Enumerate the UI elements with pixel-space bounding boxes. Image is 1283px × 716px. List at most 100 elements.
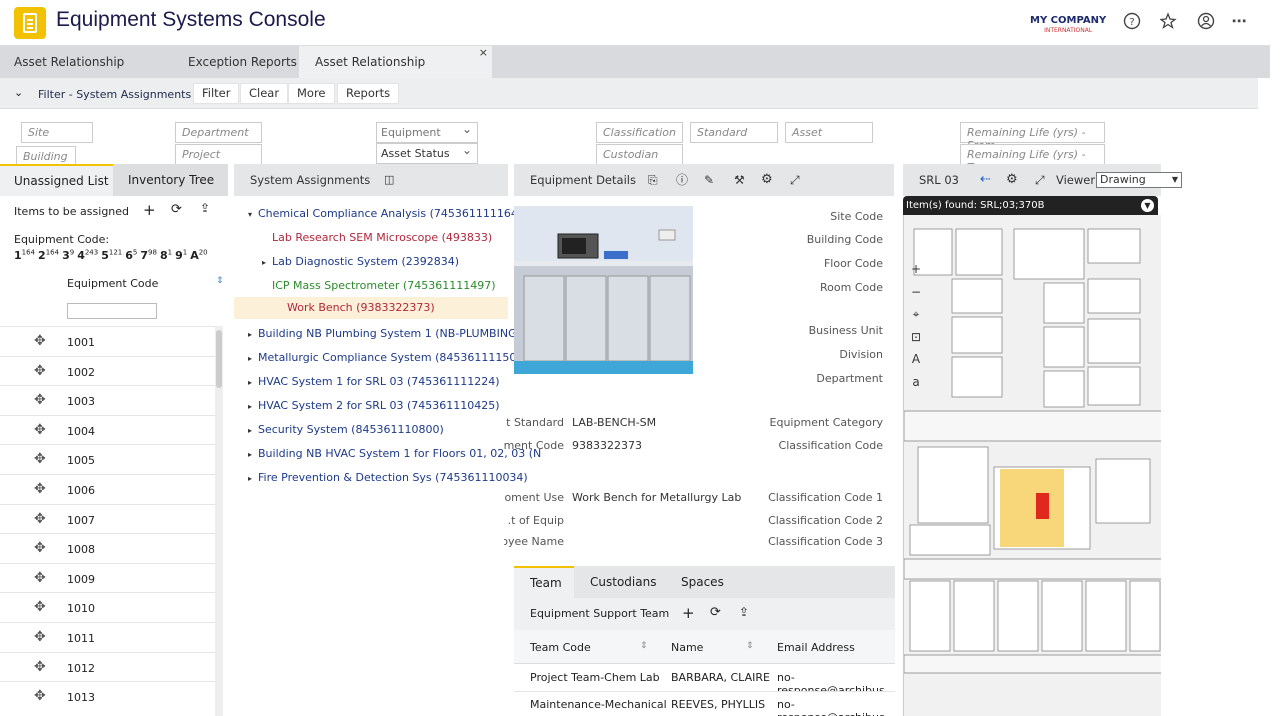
tree-item[interactable]: Lab Research SEM Microscope (493833)	[262, 231, 492, 244]
drag-handle-icon[interactable]: ✥	[34, 333, 46, 349]
table-row[interactable]: Maintenance-Mechanical REEVES, PHYLLIS n…	[514, 692, 895, 716]
drag-handle-icon[interactable]: ✥	[34, 392, 46, 408]
sort-icon[interactable]: ⇕	[746, 641, 754, 651]
remaining-life-to-field[interactable]: Remaining Life (yrs) - To	[960, 144, 1105, 164]
tree-item[interactable]: ▸ Security System (845361110800)	[248, 423, 444, 436]
tab-exception-reports[interactable]: Exception Reports	[172, 46, 298, 78]
code-index-item[interactable]: 81	[160, 249, 172, 262]
code-index-item[interactable]: 4243	[77, 249, 98, 262]
tree-item[interactable]: Work Bench (9383322373)	[234, 297, 508, 319]
expand-caret-icon[interactable]: ▸	[248, 402, 258, 411]
filter-button[interactable]: Filter	[193, 83, 240, 104]
column-header-email[interactable]: Email Address	[777, 641, 855, 654]
add-icon[interactable]: +	[682, 604, 695, 622]
expand-caret-icon[interactable]: ▸	[248, 354, 258, 363]
more-icon[interactable]: ⋯	[1230, 12, 1248, 30]
collapse-panel-icon[interactable]: ◫	[384, 164, 394, 196]
tab-asset-relationship-analysis[interactable]: Asset Relationship Analysis	[0, 46, 172, 101]
selected-room[interactable]	[1036, 493, 1049, 519]
expand-icon[interactable]: ⤢	[790, 164, 800, 196]
reports-button[interactable]: Reports	[337, 83, 400, 104]
table-row[interactable]: ✥ 1011	[0, 622, 216, 651]
tab-team[interactable]: Team	[514, 566, 574, 598]
info-icon[interactable]: ⓘ	[676, 164, 688, 196]
table-row[interactable]: ✥ 1005	[0, 444, 216, 473]
table-row[interactable]: ✥ 1007	[0, 503, 216, 533]
drag-handle-icon[interactable]: ✥	[34, 629, 46, 645]
remaining-life-from-field[interactable]: Remaining Life (yrs) - From	[960, 122, 1105, 152]
drag-handle-icon[interactable]: ✥	[34, 659, 46, 675]
export-icon[interactable]: ⇪	[200, 201, 210, 215]
table-row[interactable]: ✥ 1003	[0, 385, 216, 414]
code-index-item[interactable]: 2164	[38, 249, 59, 262]
building-field[interactable]: Building	[16, 146, 76, 164]
asset-status-select[interactable]: Asset Status	[376, 143, 478, 164]
column-header-team-code[interactable]: Team Code	[530, 641, 591, 654]
code-index-item[interactable]: 65	[125, 249, 137, 262]
site-field[interactable]: Site	[21, 122, 93, 143]
drag-handle-icon[interactable]: ✥	[34, 540, 46, 556]
tab-asset-relationship-assignment[interactable]: Asset Relationship Assignment ×	[299, 46, 492, 101]
back-arrow-icon[interactable]: ⇠	[980, 164, 991, 196]
expand-icon[interactable]: ⤢	[1035, 164, 1045, 196]
refresh-icon[interactable]: ⟳	[710, 605, 721, 620]
table-row[interactable]: Project Team-Chem Lab BARBARA, CLAIRE no…	[514, 664, 895, 692]
gear-icon[interactable]: ⚙	[1006, 164, 1018, 196]
code-index-item[interactable]: 39	[62, 249, 74, 262]
wrench-icon[interactable]: ⚒	[734, 164, 745, 196]
tree-item[interactable]: ▸ Building NB HVAC System 1 for Floors 01…	[248, 447, 541, 460]
tree-item[interactable]: ▸ Fire Prevention & Detection Sys (745361…	[248, 471, 528, 484]
table-row[interactable]: ✥ 1002	[0, 355, 216, 385]
gear-icon[interactable]: ⚙	[761, 164, 773, 196]
tree-item[interactable]: ▾ Chemical Compliance Analysis (745361111…	[248, 207, 522, 220]
collapse-banner-icon[interactable]: ▼	[1141, 199, 1154, 212]
clear-button[interactable]: Clear	[240, 83, 289, 104]
highlighted-room[interactable]	[1000, 469, 1064, 547]
drag-handle-icon[interactable]: ✥	[34, 481, 46, 497]
equipment-select[interactable]: Equipment	[376, 122, 478, 143]
refresh-icon[interactable]: ⟳	[171, 202, 182, 217]
equipment-code-filter-input[interactable]	[67, 303, 157, 319]
standard-field[interactable]: Standard	[690, 122, 778, 143]
tree-item[interactable]: ▸ HVAC System 2 for SRL 03 (745361110425)	[248, 399, 500, 412]
zoom-out-icon[interactable]: −	[909, 285, 923, 299]
help-icon[interactable]: ?	[1123, 12, 1141, 30]
expand-caret-icon[interactable]: ▸	[248, 450, 258, 459]
tree-item[interactable]: ▸ Lab Diagnostic System (2392834)	[262, 255, 459, 268]
custodian-field[interactable]: Custodian	[596, 144, 683, 164]
drag-handle-icon[interactable]: ✥	[34, 363, 46, 379]
fit-icon[interactable]: ⊡	[909, 330, 923, 344]
asset-field[interactable]: Asset	[785, 122, 873, 143]
drag-handle-icon[interactable]: ✥	[34, 422, 46, 438]
clipboard-icon[interactable]: ⎘	[648, 164, 658, 196]
close-tab-icon[interactable]: ×	[479, 37, 488, 69]
export-icon[interactable]: ⇪	[739, 605, 749, 619]
floor-plan[interactable]	[903, 215, 1161, 716]
edit-icon[interactable]: ✎	[704, 164, 714, 196]
tab-inventory-tree[interactable]: Inventory Tree	[113, 164, 228, 196]
expand-caret-icon[interactable]: ▸	[262, 258, 272, 267]
table-row[interactable]: ✥ 1013	[0, 681, 216, 710]
table-row[interactable]: ✥ 1009	[0, 562, 216, 592]
table-row[interactable]: ✥ 1004	[0, 414, 216, 444]
viewer-select[interactable]: Drawing ▼	[1096, 172, 1182, 188]
drag-handle-icon[interactable]: ✥	[34, 599, 46, 615]
department-field[interactable]: Department	[175, 122, 262, 143]
expand-caret-icon[interactable]: ▸	[248, 474, 258, 483]
user-icon[interactable]	[1197, 12, 1215, 30]
table-row[interactable]: ✥ 1001	[0, 326, 216, 355]
drag-handle-icon[interactable]: ✥	[34, 688, 46, 704]
expand-caret-icon[interactable]: ▾	[248, 210, 258, 219]
drag-handle-icon[interactable]: ✥	[34, 570, 46, 586]
sort-icon[interactable]: ⇕	[216, 276, 224, 286]
table-row[interactable]: ✥ 1006	[0, 474, 216, 503]
classification-field[interactable]: Classification	[596, 122, 683, 143]
tab-custodians[interactable]: Custodians	[590, 566, 656, 598]
sort-icon[interactable]: ⇕	[640, 641, 648, 651]
table-row[interactable]: ✥ 1012	[0, 651, 216, 681]
add-icon[interactable]: +	[143, 201, 156, 219]
more-button[interactable]: More	[288, 83, 335, 104]
text-smaller-icon[interactable]: a	[909, 375, 923, 389]
drag-handle-icon[interactable]: ✥	[34, 451, 46, 467]
table-row[interactable]: ✥ 1008	[0, 533, 216, 562]
